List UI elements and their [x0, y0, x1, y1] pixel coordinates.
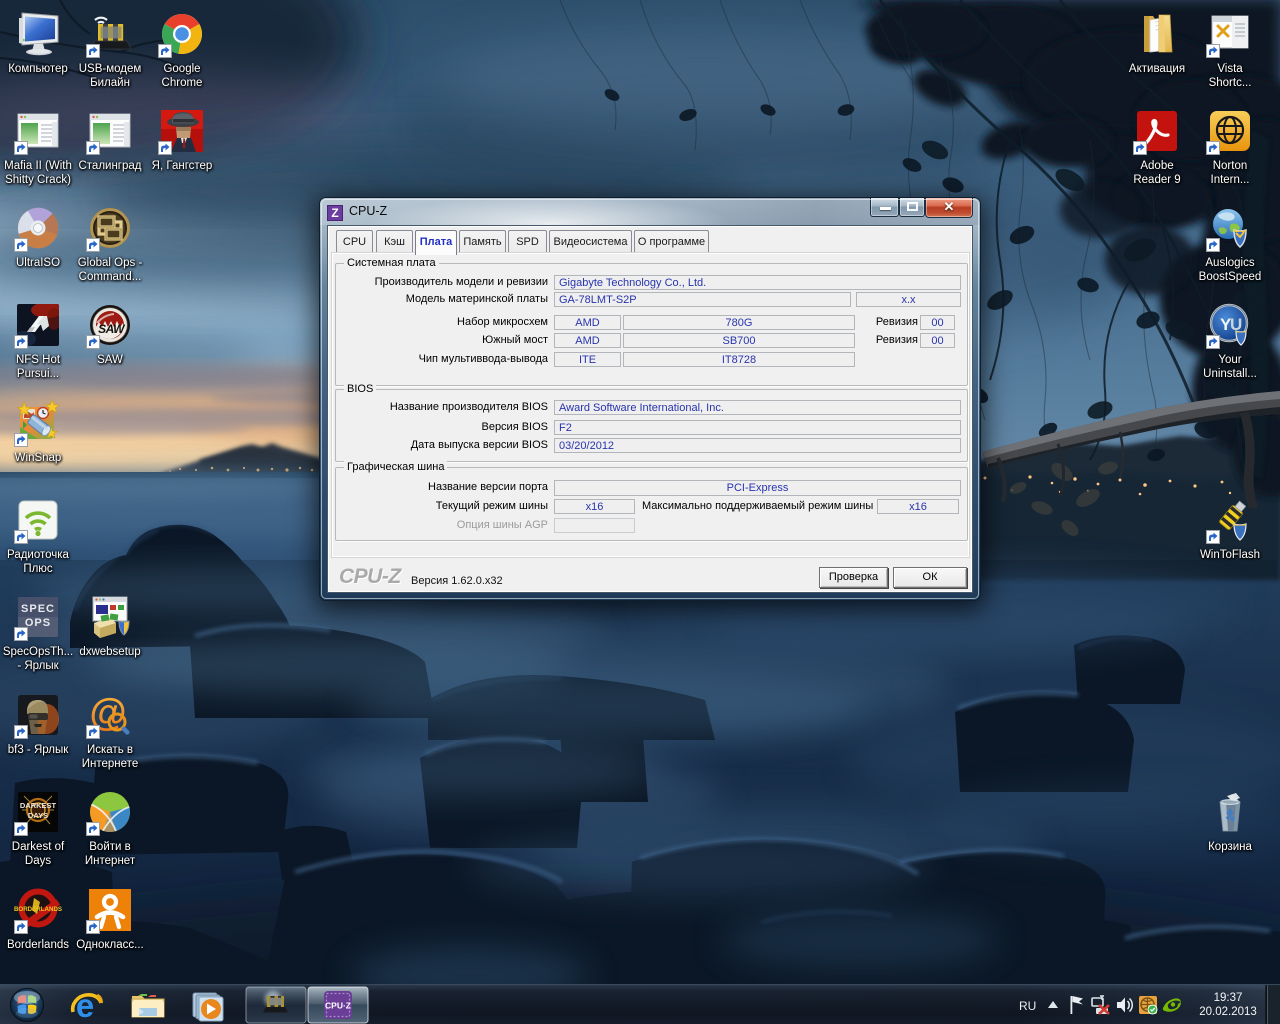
- svg-text:CPU·Z: CPU·Z: [325, 1001, 351, 1011]
- svg-text:19:37: 19:37: [1214, 992, 1243, 1004]
- svg-text:BORDERLANDS: BORDERLANDS: [14, 906, 62, 913]
- svg-text:RU: RU: [1019, 999, 1036, 1013]
- svg-text:SAW: SAW: [98, 322, 126, 336]
- svg-text:DAYS: DAYS: [28, 811, 48, 820]
- svg-text:OPS: OPS: [25, 617, 51, 629]
- svg-text:e: e: [76, 987, 94, 1024]
- svg-text:20.02.2013: 20.02.2013: [1199, 1006, 1257, 1018]
- svg-text:SPEC: SPEC: [21, 603, 55, 615]
- svg-text:DARKEST: DARKEST: [20, 801, 57, 810]
